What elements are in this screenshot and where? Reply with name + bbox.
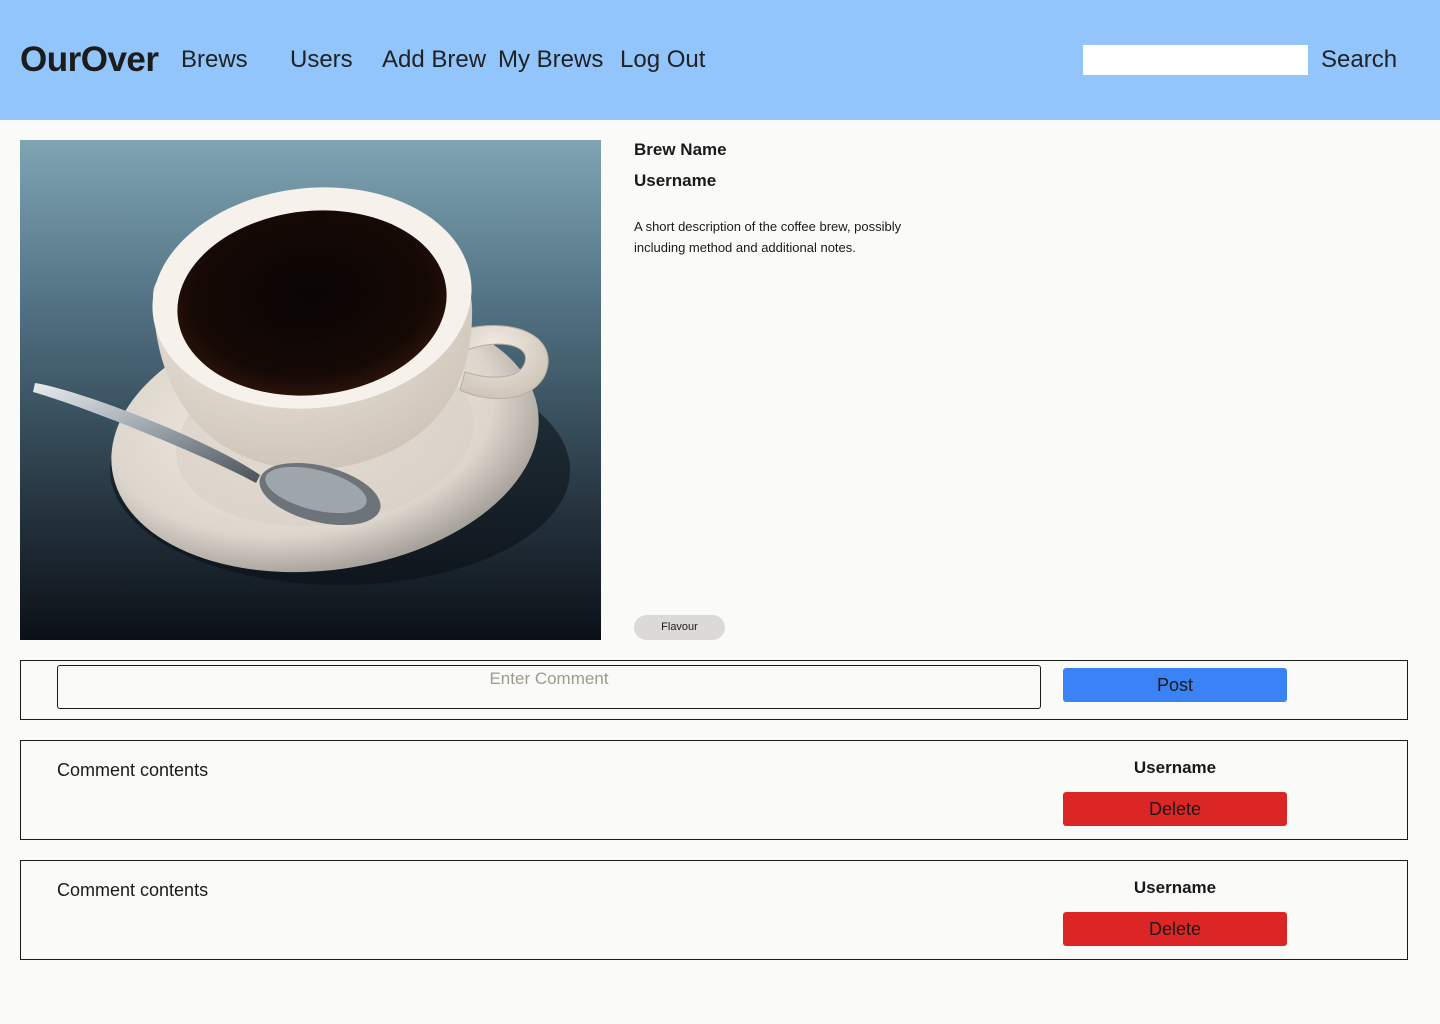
brew-description: A short description of the coffee brew, …: [634, 219, 902, 255]
brew-photo: [20, 140, 601, 640]
comment-username[interactable]: Username: [1063, 757, 1287, 779]
comment-text: Comment contents: [57, 760, 209, 780]
brew-username[interactable]: Username: [634, 170, 716, 192]
search-input[interactable]: [1083, 45, 1308, 75]
flavour-tag[interactable]: Flavour: [634, 615, 725, 640]
nav-link-brews[interactable]: Brews: [181, 44, 248, 76]
delete-comment-button[interactable]: Delete: [1063, 792, 1287, 826]
nav-link-users[interactable]: Users: [290, 44, 353, 76]
comment-input[interactable]: Enter Comment: [57, 665, 1041, 709]
brew-name: Brew Name: [634, 140, 727, 159]
coffee-cup-image: [20, 140, 601, 640]
search-button[interactable]: Search: [1321, 44, 1397, 76]
delete-comment-button[interactable]: Delete: [1063, 912, 1287, 946]
site-logo[interactable]: OurOver: [20, 38, 159, 82]
nav-link-my-brews[interactable]: My Brews: [498, 44, 603, 76]
nav-link-log-out[interactable]: Log Out: [620, 44, 705, 76]
top-navigation-bar: OurOver Brews Users Add Brew My Brews Lo…: [0, 0, 1440, 120]
post-button[interactable]: Post: [1063, 668, 1287, 702]
nav-link-add-brew[interactable]: Add Brew: [382, 44, 486, 76]
comment-username[interactable]: Username: [1063, 877, 1287, 899]
comment-text: Comment contents: [57, 880, 209, 900]
